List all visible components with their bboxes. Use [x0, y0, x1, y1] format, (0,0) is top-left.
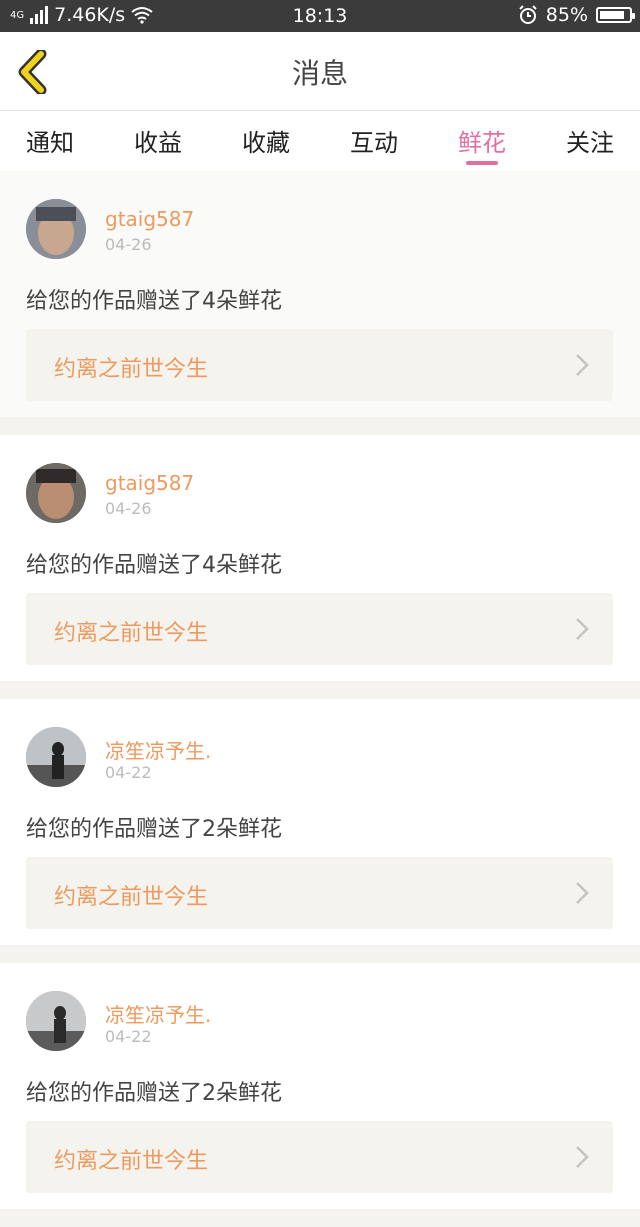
battery-percent: 85% [545, 4, 588, 26]
message-date: 04-26 [105, 235, 152, 254]
tab-label: 收益 [134, 129, 182, 157]
message-date: 04-22 [105, 1027, 152, 1046]
message-date: 04-22 [105, 763, 152, 782]
active-tab-indicator [466, 161, 498, 165]
avatar[interactable] [26, 727, 86, 787]
list-item: gtaig587 04-26 给您的作品赠送了4朵鲜花 约离之前世今生 [0, 435, 640, 681]
work-title: 约离之前世今生 [54, 885, 209, 910]
message-list: gtaig587 04-26 给您的作品赠送了4朵鲜花 约离之前世今生 gtai… [0, 171, 640, 1227]
tab-1[interactable]: 收益 [134, 111, 182, 171]
tab-label: 关注 [566, 129, 614, 157]
tab-5[interactable]: 关注 [566, 111, 614, 171]
top-bar: 消息 [0, 32, 640, 111]
work-link[interactable]: 约离之前世今生 [26, 1121, 613, 1193]
work-link[interactable]: 约离之前世今生 [26, 329, 613, 401]
message-text: 给您的作品赠送了2朵鲜花 [26, 1081, 282, 1106]
tab-4[interactable]: 鲜花 [458, 111, 506, 171]
list-item: 凉笙凉予生. 04-22 给您的作品赠送了2朵鲜花 约离之前世今生 [0, 699, 640, 945]
tab-label: 收藏 [242, 129, 290, 157]
avatar[interactable] [26, 991, 86, 1051]
tab-2[interactable]: 收藏 [242, 111, 290, 171]
tab-label: 通知 [26, 129, 74, 157]
chevron-right-icon [576, 882, 589, 904]
list-item: 凉笙凉予生. 04-22 给您的作品赠送了2朵鲜花 约离之前世今生 [0, 963, 640, 1209]
message-text: 给您的作品赠送了4朵鲜花 [26, 289, 282, 314]
work-title: 约离之前世今生 [54, 1149, 209, 1174]
tab-3[interactable]: 互动 [350, 111, 398, 171]
chevron-right-icon [576, 354, 589, 376]
message-text: 给您的作品赠送了2朵鲜花 [26, 817, 282, 842]
user-name[interactable]: gtaig587 [105, 471, 194, 495]
list-item: gtaig587 04-26 给您的作品赠送了4朵鲜花 约离之前世今生 [0, 171, 640, 417]
work-link[interactable]: 约离之前世今生 [26, 857, 613, 929]
tab-0[interactable]: 通知 [26, 111, 74, 171]
tab-label: 鲜花 [458, 129, 506, 157]
work-title: 约离之前世今生 [54, 621, 209, 646]
chevron-right-icon [576, 618, 589, 640]
tab-bar: 通知 收益 收藏 互动 鲜花 关注 [0, 111, 640, 171]
avatar[interactable] [26, 199, 86, 259]
message-date: 04-26 [105, 499, 152, 518]
user-name[interactable]: 凉笙凉予生. [105, 999, 211, 1028]
page-title: 消息 [291, 57, 348, 90]
chevron-right-icon [576, 1146, 589, 1168]
user-name[interactable]: gtaig587 [105, 207, 194, 231]
status-bar: 4G 7.46K/s 18:13 85% [0, 0, 640, 32]
message-text: 给您的作品赠送了4朵鲜花 [26, 553, 282, 578]
alarm-icon [519, 5, 537, 24]
battery-icon [596, 7, 635, 23]
work-link[interactable]: 约离之前世今生 [26, 593, 613, 665]
avatar[interactable] [26, 463, 86, 523]
work-title: 约离之前世今生 [54, 357, 209, 382]
user-name[interactable]: 凉笙凉予生. [105, 735, 211, 764]
tab-label: 互动 [350, 129, 398, 157]
